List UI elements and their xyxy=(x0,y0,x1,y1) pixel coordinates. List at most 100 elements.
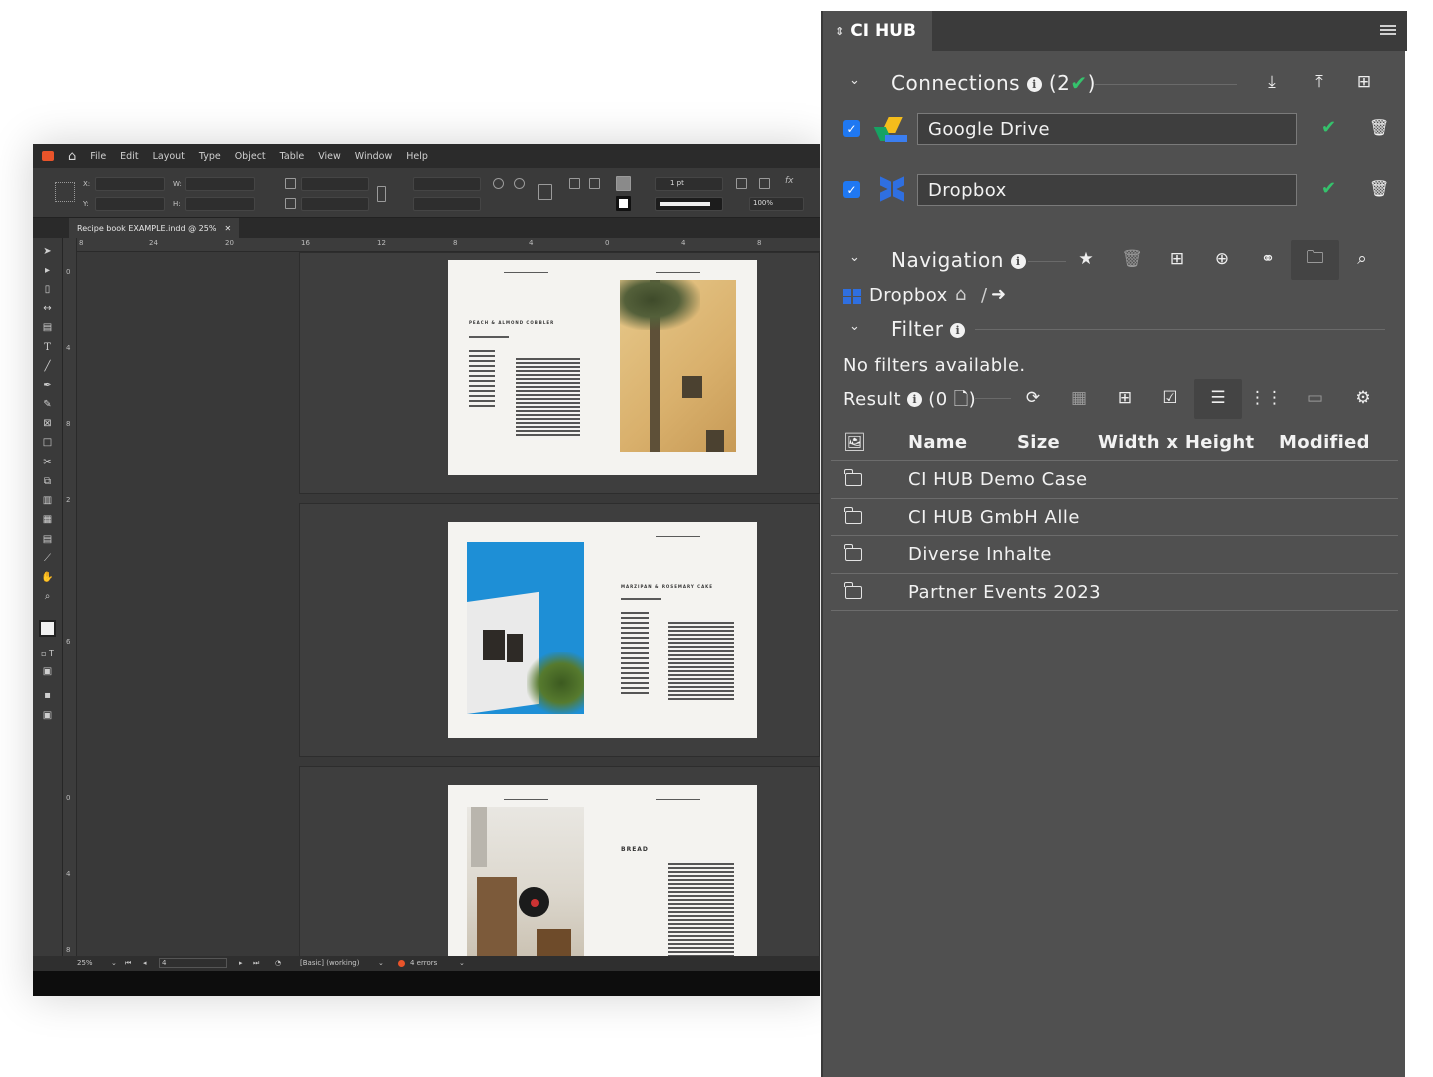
rotate-ccw-icon[interactable] xyxy=(514,178,525,189)
frame-fit-icon[interactable] xyxy=(736,178,747,189)
rectangle-frame-tool-icon[interactable]: ⊠ xyxy=(41,418,54,429)
selection-tool-icon[interactable]: ➤ xyxy=(41,246,54,257)
select-all-icon[interactable]: ☑ xyxy=(1159,387,1181,409)
preflight-profile[interactable]: [Basic] (working) xyxy=(300,959,359,967)
chevron-down-icon[interactable]: ⌄ xyxy=(111,959,117,967)
stroke-swatch[interactable] xyxy=(616,196,631,211)
add-connection-icon[interactable]: ⊞ xyxy=(1353,71,1375,93)
collapse-panel-icon[interactable]: ⇕ xyxy=(835,25,844,38)
stroke-type-select[interactable] xyxy=(655,197,723,211)
scale-x-icon[interactable] xyxy=(285,178,296,189)
apply-color-icon[interactable]: ▣ xyxy=(41,666,54,677)
page-tool-icon[interactable]: ▯ xyxy=(41,284,54,295)
fill-stroke-swatch[interactable] xyxy=(39,620,56,637)
rotate-field[interactable] xyxy=(413,177,481,191)
preflight-errors[interactable]: 4 errors xyxy=(410,959,437,967)
breadcrumb-root[interactable]: Dropbox xyxy=(869,285,948,306)
upload-icon[interactable]: ⤒ xyxy=(1308,71,1330,93)
card-view-icon[interactable]: ▭ xyxy=(1304,387,1326,409)
menu-edit[interactable]: Edit xyxy=(120,151,138,162)
dropbox-field[interactable]: Dropbox xyxy=(917,174,1297,206)
opacity-field[interactable]: 100% xyxy=(749,197,804,211)
settings-gear-icon[interactable]: ⚙ xyxy=(1352,387,1374,409)
spread-marzipan-cake[interactable]: MARZIPAN & ROSEMARY CAKE xyxy=(448,522,757,738)
eyedropper-tool-icon[interactable]: ⟋ xyxy=(41,553,54,564)
close-tab-icon[interactable]: ✕ xyxy=(224,224,231,233)
x-field[interactable] xyxy=(95,177,165,191)
gradient-feather-tool-icon[interactable]: ▦ xyxy=(41,514,54,525)
zoom-in-icon[interactable]: ⊕ xyxy=(1211,248,1233,270)
scale-x-field[interactable] xyxy=(301,177,369,191)
pen-tool-icon[interactable]: ✒ xyxy=(41,380,54,391)
document-tab[interactable]: Recipe book EXAMPLE.indd @ 25% ✕ xyxy=(69,218,240,238)
download-icon[interactable]: ⤓ xyxy=(1261,71,1283,93)
column-name[interactable]: Name xyxy=(908,432,967,453)
constrain-scale-icon[interactable] xyxy=(377,186,386,202)
home-icon[interactable]: ⌂ xyxy=(955,284,967,305)
view-mode-icon[interactable]: ▪ xyxy=(41,690,54,701)
grid-view-icon[interactable]: ⋮⋮ xyxy=(1249,387,1283,409)
panel-menu-icon[interactable] xyxy=(1380,25,1396,37)
zoom-level[interactable]: 25% xyxy=(77,959,93,967)
constrain-link-icon[interactable] xyxy=(261,186,272,197)
y-field[interactable] xyxy=(95,197,165,211)
line-tool-icon[interactable]: ╱ xyxy=(41,361,54,372)
hand-tool-icon[interactable]: ✋ xyxy=(41,572,54,583)
direct-selection-tool-icon[interactable]: ▸ xyxy=(41,265,54,276)
first-page-icon[interactable]: ⏮ xyxy=(125,959,131,968)
w-field[interactable] xyxy=(185,177,255,191)
column-size[interactable]: Size xyxy=(1017,432,1060,453)
column-dimensions[interactable]: Width x Height xyxy=(1098,432,1254,453)
arrow-right-icon[interactable]: ➜ xyxy=(991,284,1006,305)
info-icon[interactable]: i xyxy=(950,323,966,338)
table-row[interactable]: Partner Events 2023 xyxy=(831,574,1398,611)
palm-tree-photo[interactable] xyxy=(620,280,736,452)
google-drive-checkbox[interactable]: ✓ xyxy=(843,120,860,137)
table-row[interactable]: Diverse Inhalte xyxy=(831,536,1398,574)
menu-window[interactable]: Window xyxy=(355,151,392,162)
link-icon[interactable]: ⚭ xyxy=(1257,248,1279,270)
document-canvas[interactable]: PEACH & ALMOND COBBLER MARZIPAN & ROSEMA… xyxy=(77,252,820,966)
delete-icon[interactable]: 🗑 xyxy=(1121,248,1143,270)
fx-icon[interactable]: fx xyxy=(785,176,796,187)
chevron-down-icon[interactable]: ⌄ xyxy=(459,959,465,967)
search-icon[interactable]: ⌕ xyxy=(1351,248,1373,270)
chevron-down-icon[interactable]: ⌄ xyxy=(849,73,860,88)
menu-table[interactable]: Table xyxy=(280,151,305,162)
type-tool-icon[interactable]: T xyxy=(41,342,54,353)
delete-connection-icon[interactable]: 🗑 xyxy=(1369,118,1389,137)
scissors-tool-icon[interactable]: ✂ xyxy=(41,457,54,468)
last-page-icon[interactable]: ⏭ xyxy=(253,959,259,968)
chevron-down-icon[interactable]: ⌄ xyxy=(378,959,384,967)
gap-tool-icon[interactable]: ↔ xyxy=(41,303,54,314)
ci-hub-tab[interactable]: ⇕ CI HUB xyxy=(823,11,932,51)
google-drive-field[interactable]: Google Drive xyxy=(917,113,1297,145)
chevron-down-icon[interactable]: ⌄ xyxy=(849,250,860,265)
menu-type[interactable]: Type xyxy=(199,151,221,162)
rectangle-tool-icon[interactable]: □ xyxy=(41,437,54,448)
free-transform-tool-icon[interactable]: ⧉ xyxy=(41,476,54,487)
zoom-tool-icon[interactable]: ⌕ xyxy=(41,591,54,602)
delete-connection-icon[interactable]: 🗑 xyxy=(1369,179,1389,198)
table-row[interactable]: CI HUB Demo Case xyxy=(831,461,1398,499)
menu-layout[interactable]: Layout xyxy=(153,151,185,162)
stroke-weight-field[interactable]: 1 pt xyxy=(655,177,723,191)
refresh-icon[interactable]: ⟳ xyxy=(1022,387,1044,409)
gradient-tool-icon[interactable]: ▥ xyxy=(41,495,54,506)
table-row[interactable]: CI HUB GmbH Alle xyxy=(831,499,1398,536)
spread-bread[interactable]: BREAD xyxy=(448,785,757,963)
menu-view[interactable]: View xyxy=(318,151,341,162)
note-tool-icon[interactable]: ▤ xyxy=(41,534,54,545)
list-view-icon[interactable]: ☰ xyxy=(1207,387,1229,409)
column-modified[interactable]: Modified xyxy=(1279,432,1370,453)
text-frame-icon[interactable] xyxy=(538,184,552,200)
rotate-cw-icon[interactable] xyxy=(493,178,504,189)
page-number-field[interactable]: 4 xyxy=(159,958,227,968)
fill-swatch[interactable] xyxy=(616,176,631,191)
prev-page-icon[interactable]: ◂ xyxy=(143,959,147,967)
menu-help[interactable]: Help xyxy=(406,151,428,162)
h-field[interactable] xyxy=(185,197,255,211)
next-page-icon[interactable]: ▸ xyxy=(239,959,243,967)
add-icon[interactable]: ⊞ xyxy=(1114,387,1136,409)
studio-interior-photo[interactable] xyxy=(467,807,584,963)
